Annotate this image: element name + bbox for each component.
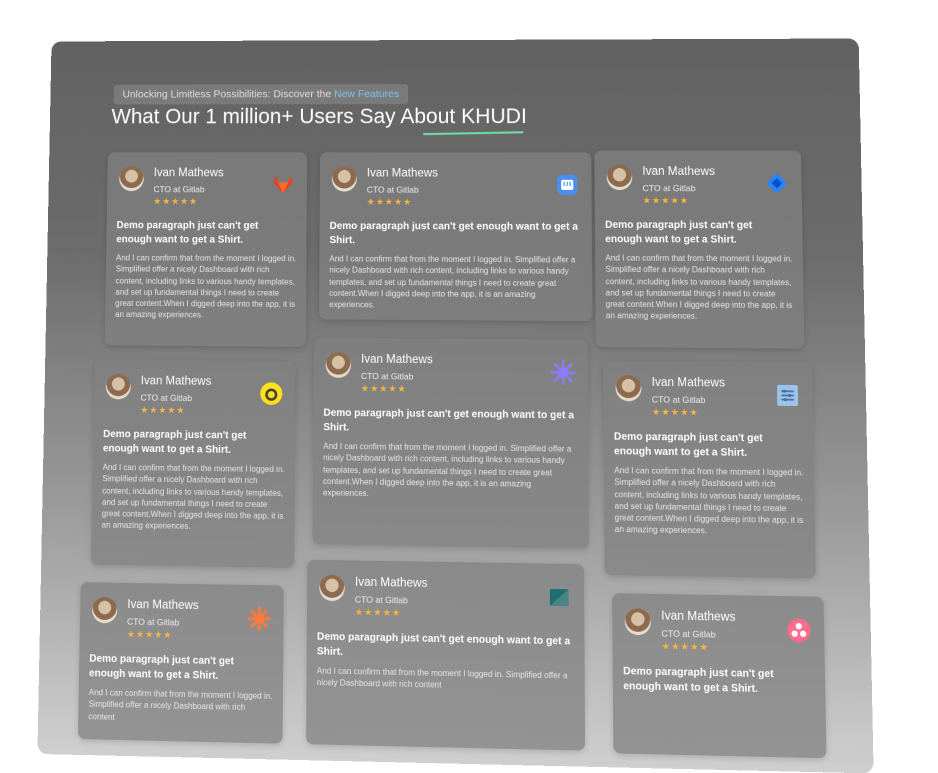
star-rating: ★★★★★ bbox=[367, 197, 412, 208]
author-role: CTO at Gitlab bbox=[355, 594, 408, 605]
testimonial-title: Demo paragraph just can't get enough wan… bbox=[329, 220, 581, 249]
author-name: Ivan Mathews bbox=[127, 599, 199, 613]
author-role: CTO at Gitlab bbox=[140, 392, 192, 403]
eyebrow-badge: Unlocking Limitless Possibilities: Disco… bbox=[114, 84, 409, 104]
jira-icon bbox=[764, 171, 789, 196]
blue-app-icon bbox=[555, 173, 579, 197]
author-name: Ivan Mathews bbox=[154, 167, 224, 179]
author-role: CTO at Gitlab bbox=[652, 394, 706, 405]
testimonial-body: And I can confirm that from the moment I… bbox=[605, 252, 793, 323]
testimonial-card: Ivan Mathews CTO at Gitlab ★★★★★ Demo pa… bbox=[312, 338, 588, 549]
title-underline bbox=[423, 131, 524, 135]
testimonial-title: Demo paragraph just can't get enough wan… bbox=[89, 652, 273, 685]
testimonial-body: And I can confirm that from the moment I… bbox=[88, 687, 273, 727]
author-role: CTO at Gitlab bbox=[367, 185, 419, 195]
star-rating: ★★★★★ bbox=[140, 405, 185, 417]
testimonial-title: Demo paragraph just can't get enough wan… bbox=[103, 428, 285, 459]
star-rating: ★★★★★ bbox=[153, 196, 198, 207]
testimonial-card: Ivan Mathews CTO at Gitlab ★★★★★ Demo pa… bbox=[78, 582, 284, 744]
asana-icon bbox=[786, 617, 812, 643]
eyebrow-text: Unlocking Limitless Possibilities: Disco… bbox=[122, 88, 331, 100]
author-name: Ivan Mathews bbox=[642, 166, 715, 178]
testimonial-body bbox=[623, 700, 815, 704]
author-name: Ivan Mathews bbox=[355, 576, 428, 590]
avatar bbox=[106, 374, 131, 400]
testimonials-panel: Unlocking Limitless Possibilities: Disco… bbox=[37, 39, 873, 773]
testimonial-body: And I can confirm that from the moment I… bbox=[329, 253, 582, 312]
testimonial-card: Ivan Mathews CTO at Gitlab ★★★★★ Demo pa… bbox=[594, 150, 804, 348]
avatar bbox=[332, 166, 357, 191]
author-name: Ivan Mathews bbox=[652, 376, 726, 389]
author-role: CTO at Gitlab bbox=[642, 183, 695, 193]
star-rating: ★★★★★ bbox=[361, 383, 407, 395]
avatar bbox=[625, 608, 651, 635]
list-app-icon bbox=[775, 383, 800, 408]
author-role: CTO at Gitlab bbox=[153, 184, 204, 194]
testimonial-body: And I can confirm that from the moment I… bbox=[323, 441, 578, 503]
avatar bbox=[119, 166, 144, 191]
author-role: CTO at Gitlab bbox=[361, 371, 413, 382]
star-rating: ★★★★★ bbox=[355, 607, 401, 619]
avatar bbox=[326, 352, 351, 378]
testimonial-title: Demo paragraph just can't get enough wan… bbox=[605, 219, 792, 248]
star-rating: ★★★★★ bbox=[643, 195, 690, 206]
hubspot-sprocket-icon bbox=[247, 606, 272, 632]
new-features-link[interactable]: New Features bbox=[334, 88, 399, 100]
testimonial-body: And I can confirm that from the moment I… bbox=[102, 462, 285, 535]
avatar bbox=[616, 375, 642, 401]
author-name: Ivan Mathews bbox=[367, 167, 438, 179]
testimonial-title: Demo paragraph just can't get enough wan… bbox=[116, 219, 297, 248]
testimonial-body: And I can confirm that from the moment I… bbox=[115, 252, 296, 322]
testimonial-card: Ivan Mathews CTO at Gitlab ★★★★★ Demo pa… bbox=[603, 361, 816, 579]
star-rating: ★★★★★ bbox=[661, 641, 709, 654]
burst-icon bbox=[551, 360, 576, 385]
avatar bbox=[92, 597, 117, 623]
avatar bbox=[319, 575, 345, 602]
page-title: What Our 1 million+ Users Say About KHUD… bbox=[111, 105, 527, 129]
testimonial-card: Ivan Mathews CTO at Gitlab ★★★★★ Demo pa… bbox=[612, 593, 826, 758]
testimonial-title: Demo paragraph just can't get enough wan… bbox=[614, 430, 803, 462]
testimonial-card: Ivan Mathews CTO at Gitlab ★★★★★ Demo pa… bbox=[105, 152, 307, 347]
author-role: CTO at Gitlab bbox=[661, 628, 715, 640]
testimonial-title: Demo paragraph just can't get enough wan… bbox=[317, 630, 574, 665]
author-name: Ivan Mathews bbox=[141, 375, 212, 388]
testimonial-card: Ivan Mathews CTO at Gitlab ★★★★★ Demo pa… bbox=[306, 560, 585, 751]
testimonial-body: And I can confirm that from the moment I… bbox=[317, 665, 575, 694]
author-name: Ivan Mathews bbox=[661, 610, 735, 624]
testimonial-title: Demo paragraph just can't get enough wan… bbox=[323, 406, 578, 438]
mailchimp-icon bbox=[259, 381, 283, 406]
star-rating: ★★★★★ bbox=[652, 407, 699, 419]
testimonial-body: And I can confirm that from the moment I… bbox=[614, 465, 804, 539]
author-role: CTO at Gitlab bbox=[127, 616, 179, 627]
star-rating: ★★★★★ bbox=[127, 629, 173, 641]
avatar bbox=[607, 165, 633, 190]
testimonial-card: Ivan Mathews CTO at Gitlab ★★★★★ Demo pa… bbox=[91, 359, 296, 568]
gitlab-icon bbox=[271, 172, 295, 196]
author-name: Ivan Mathews bbox=[361, 353, 433, 366]
testimonial-card: Ivan Mathews CTO at Gitlab ★★★★★ Demo pa… bbox=[319, 152, 593, 321]
testimonial-title: Demo paragraph just can't get enough wan… bbox=[623, 665, 815, 699]
zendesk-icon bbox=[547, 585, 572, 611]
